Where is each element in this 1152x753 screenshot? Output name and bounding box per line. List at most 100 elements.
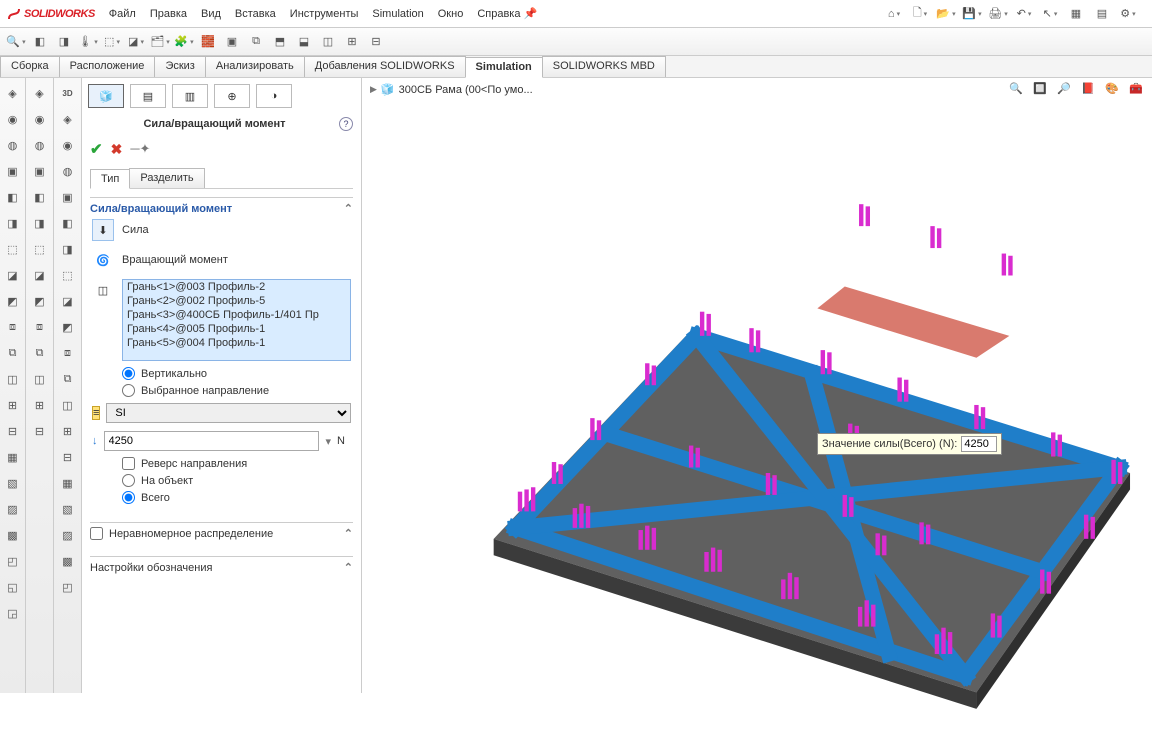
rail1-icon[interactable]: ◲ [2, 602, 24, 624]
rail3-icon[interactable]: ◪ [57, 290, 79, 312]
options-icon[interactable]: ▤ [1092, 4, 1112, 24]
rail3-icon[interactable]: ▣ [57, 186, 79, 208]
cmtab-assembly[interactable]: Сборка [0, 56, 60, 77]
spinner-icon[interactable]: ▾ [325, 435, 331, 448]
rail2-icon[interactable]: ◍ [29, 134, 51, 156]
cmd-icon-6[interactable]: ◪ [126, 32, 146, 52]
cmd-icon-8[interactable]: 🧩 [174, 32, 194, 52]
cmd-icon-13[interactable]: ⬓ [294, 32, 314, 52]
radio-total[interactable]: Всего [90, 489, 353, 506]
rail1-icon[interactable]: ▣ [2, 160, 24, 182]
rail1-icon[interactable]: ◨ [2, 212, 24, 234]
rail1-icon[interactable]: ◱ [2, 576, 24, 598]
rail1-icon[interactable]: ◫ [2, 368, 24, 390]
list-item[interactable]: Грань<4>@005 Профиль-1 [123, 322, 350, 336]
cmd-icon-16[interactable]: ⊟ [366, 32, 386, 52]
menu-help[interactable]: Справка [477, 8, 520, 20]
section-force-header[interactable]: Сила/вращающий момент [90, 202, 353, 215]
rail3-icon[interactable]: ⬚ [57, 264, 79, 286]
check-reverse[interactable]: Реверс направления [90, 455, 353, 472]
rail3-icon[interactable]: ◩ [57, 316, 79, 338]
rail2-icon[interactable]: ⊟ [29, 420, 51, 442]
menu-tools[interactable]: Инструменты [290, 8, 359, 20]
cmd-icon-12[interactable]: ⬒ [270, 32, 290, 52]
cmd-icon-15[interactable]: ⊞ [342, 32, 362, 52]
force-icon[interactable]: ⬇ [92, 219, 114, 241]
pm-tab-feature[interactable]: 🧊 [88, 84, 124, 108]
pm-tab-appearance[interactable]: ◑ [256, 84, 292, 108]
list-item[interactable]: Грань<5>@004 Профиль-1 [123, 336, 350, 350]
rail2-icon[interactable]: ▣ [29, 160, 51, 182]
menu-window[interactable]: Окно [438, 8, 464, 20]
face-select-icon[interactable]: ◫ [92, 279, 114, 301]
cmd-icon-1[interactable]: 🔍 [6, 32, 26, 52]
subtab-split[interactable]: Разделить [129, 168, 204, 188]
rail3-icon[interactable]: ◈ [57, 108, 79, 130]
rail3-icon[interactable]: ⊟ [57, 446, 79, 468]
rail1-icon[interactable]: ◉ [2, 108, 24, 130]
rail1-icon[interactable]: ⧈ [2, 316, 24, 338]
cmd-icon-7[interactable]: 🗂 [150, 32, 170, 52]
rail1-icon[interactable]: ▨ [2, 498, 24, 520]
radio-selected-dir[interactable]: Выбранное направление [90, 382, 353, 399]
subtab-type[interactable]: Тип [90, 169, 130, 189]
rail2-icon[interactable]: ◉ [29, 108, 51, 130]
cmd-icon-3[interactable]: ◨ [54, 32, 74, 52]
settings-gear-icon[interactable]: ⚙ [1118, 4, 1138, 24]
undo-icon[interactable]: ↶ [1014, 4, 1034, 24]
pm-tab-display[interactable]: ▥ [172, 84, 208, 108]
section-nonuniform-header[interactable]: Неравномерное распределение [90, 527, 353, 540]
open-icon[interactable]: 📂 [936, 4, 956, 24]
rail1-icon[interactable]: ⊟ [2, 420, 24, 442]
rail3-icon[interactable]: ▦ [57, 472, 79, 494]
menu-view[interactable]: Вид [201, 8, 221, 20]
rail1-icon[interactable]: ◰ [2, 550, 24, 572]
rail3-icon[interactable]: ◰ [57, 576, 79, 598]
rail3-icon[interactable]: ▧ [57, 498, 79, 520]
cmd-icon-11[interactable]: ⧉ [246, 32, 266, 52]
rail3-icon[interactable]: ◨ [57, 238, 79, 260]
menu-file[interactable]: Файл [109, 8, 136, 20]
rail1-icon[interactable]: ▩ [2, 524, 24, 546]
pin-icon[interactable]: 📌 [520, 4, 540, 24]
cmtab-sketch[interactable]: Эскиз [154, 56, 205, 77]
select-icon[interactable]: ↖ [1040, 4, 1060, 24]
pm-tab-config[interactable]: ▤ [130, 84, 166, 108]
help-icon[interactable]: ? [339, 117, 353, 131]
rail2-icon[interactable]: ⊞ [29, 394, 51, 416]
rail2-icon[interactable]: ◧ [29, 186, 51, 208]
rail2-icon[interactable]: ◫ [29, 368, 51, 390]
rail3-icon[interactable]: ◫ [57, 394, 79, 416]
menu-edit[interactable]: Правка [150, 8, 187, 20]
cmd-icon-5[interactable]: ⬚ [102, 32, 122, 52]
rail2-icon[interactable]: ⬚ [29, 238, 51, 260]
rail3-icon[interactable]: ⧉ [57, 368, 79, 390]
check-nonuniform[interactable] [90, 527, 103, 540]
list-item[interactable]: Грань<3>@400СБ Профиль-1/401 Пр [123, 308, 350, 322]
rail1-icon[interactable]: ◩ [2, 290, 24, 312]
radio-per-item[interactable]: На объект [90, 472, 353, 489]
rail1-icon[interactable]: ⬚ [2, 238, 24, 260]
cmd-icon-9[interactable]: 🧱 [198, 32, 218, 52]
cmd-icon-14[interactable]: ◫ [318, 32, 338, 52]
cmtab-simulation[interactable]: Simulation [465, 57, 543, 78]
new-icon[interactable]: 🗋 [910, 4, 930, 24]
cmtab-addins[interactable]: Добавления SOLIDWORKS [304, 56, 466, 77]
rail3-icon[interactable]: ◧ [57, 212, 79, 234]
rail1-icon[interactable]: ▦ [2, 446, 24, 468]
rail3-icon[interactable]: ◉ [57, 134, 79, 156]
ok-button[interactable]: ✔ [90, 140, 103, 158]
rail1-icon[interactable]: ◈ [2, 82, 24, 104]
list-item[interactable]: Грань<1>@003 Профиль-2 [123, 280, 350, 294]
cmtab-analyze[interactable]: Анализировать [205, 56, 305, 77]
rail2-icon[interactable]: ◩ [29, 290, 51, 312]
units-select[interactable]: SI [106, 403, 351, 423]
torque-icon[interactable]: 🌀 [92, 249, 114, 271]
rail2-icon[interactable]: ◈ [29, 82, 51, 104]
list-item[interactable]: Грань<2>@002 Профиль-5 [123, 294, 350, 308]
graphics-viewport[interactable]: ▶ 🧊 300СБ Рама (00<По умо... 🔍 🔲 🔎 📕 🎨 🧰 [362, 78, 1152, 693]
rail2-icon[interactable]: ◨ [29, 212, 51, 234]
save-icon[interactable]: 💾 [962, 4, 982, 24]
cmtab-mbd[interactable]: SOLIDWORKS MBD [542, 56, 666, 77]
rail1-icon[interactable]: ▧ [2, 472, 24, 494]
